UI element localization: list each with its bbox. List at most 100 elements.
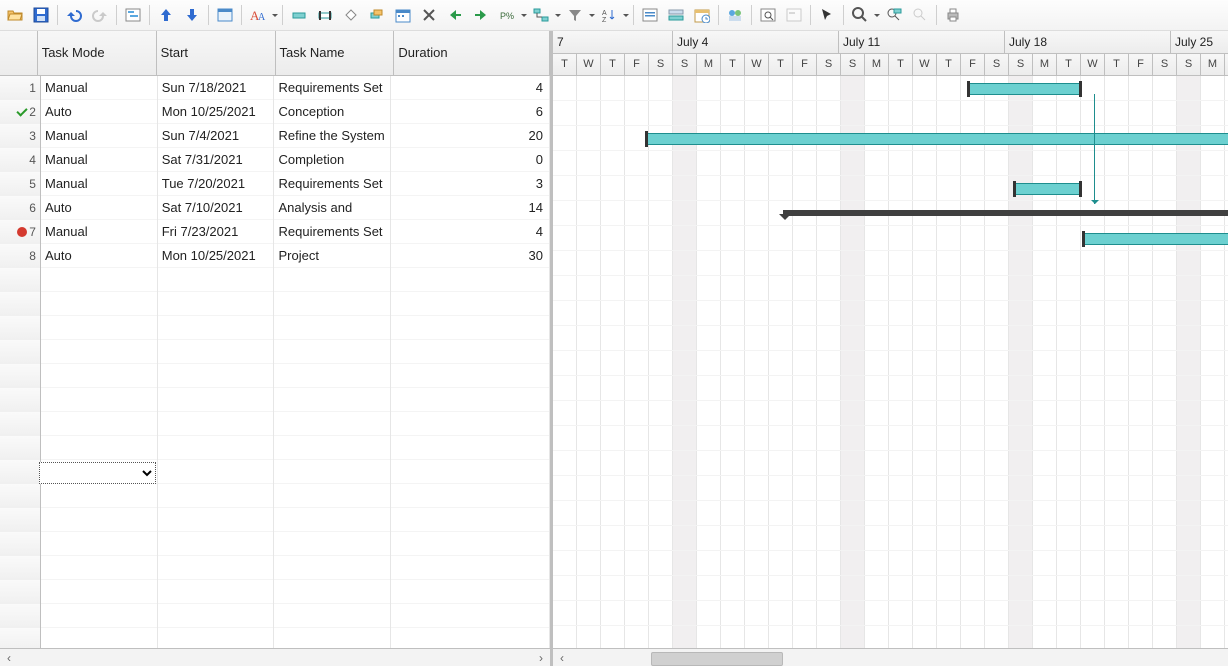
gantt-row[interactable] (553, 326, 1228, 351)
cell-task_name[interactable] (274, 340, 391, 364)
day-header[interactable]: M (1201, 54, 1225, 76)
sort-icon[interactable]: AZ (596, 2, 622, 28)
row-indicator[interactable] (0, 364, 41, 388)
zoom-reset-icon[interactable] (907, 2, 933, 28)
gantt-row[interactable] (553, 201, 1228, 226)
cell-task_mode[interactable] (41, 556, 158, 580)
cell-task_name[interactable] (274, 268, 391, 292)
cell-task_mode[interactable]: Manual (41, 220, 158, 244)
row-indicator[interactable] (0, 340, 41, 364)
table-row[interactable]: 3ManualSun 7/4/2021Refine the System20 (0, 124, 550, 148)
day-header[interactable]: M (1033, 54, 1057, 76)
cell-task_mode[interactable] (41, 436, 158, 460)
cell-duration[interactable]: 4 (391, 220, 550, 244)
link-icon-dropdown[interactable] (554, 3, 562, 27)
undo-icon[interactable] (61, 2, 87, 28)
cell-start[interactable] (158, 604, 275, 628)
cell-duration[interactable] (391, 436, 550, 460)
cell-start[interactable]: Sun 7/4/2021 (158, 124, 275, 148)
row-indicator[interactable] (0, 508, 41, 532)
day-header[interactable]: T (937, 54, 961, 76)
gantt-row[interactable] (553, 526, 1228, 551)
day-header[interactable]: T (1057, 54, 1081, 76)
project-cal-icon[interactable] (689, 2, 715, 28)
column-header-duration[interactable]: Duration (394, 31, 550, 75)
cell-duration[interactable] (391, 388, 550, 412)
day-header[interactable]: S (1153, 54, 1177, 76)
task-bar[interactable] (1082, 233, 1228, 245)
cell-task_name[interactable] (274, 508, 391, 532)
cell-duration[interactable]: 20 (391, 124, 550, 148)
cell-start[interactable] (158, 268, 275, 292)
gantt-row[interactable] (553, 76, 1228, 101)
task-bar-cap[interactable] (1079, 181, 1082, 197)
auto-icon[interactable] (286, 2, 312, 28)
cell-task_mode[interactable]: Manual (41, 76, 158, 100)
cell-duration[interactable] (391, 292, 550, 316)
cell-duration[interactable] (391, 580, 550, 604)
day-header[interactable]: S (673, 54, 697, 76)
row-indicator[interactable] (0, 604, 41, 628)
zoom-fit-icon[interactable] (755, 2, 781, 28)
gantt-body[interactable] (553, 76, 1228, 648)
row-indicator[interactable] (0, 436, 41, 460)
task-bar-cap[interactable] (645, 131, 648, 147)
day-header[interactable]: S (985, 54, 1009, 76)
cell-duration[interactable] (391, 268, 550, 292)
scroll-thumb[interactable] (651, 652, 783, 666)
cell-task_mode[interactable] (41, 340, 158, 364)
cell-task_mode[interactable] (41, 580, 158, 604)
row-indicator[interactable]: 5 (0, 172, 41, 196)
gantt-view-icon[interactable] (120, 2, 146, 28)
move-up-icon[interactable] (153, 2, 179, 28)
cell-task_name[interactable] (274, 316, 391, 340)
cell-task_name[interactable]: Requirements Set (274, 172, 391, 196)
zoom-icon[interactable] (847, 2, 873, 28)
gantt-row[interactable] (553, 401, 1228, 426)
day-header[interactable]: W (1081, 54, 1105, 76)
cell-start[interactable] (158, 436, 275, 460)
calendar-icon[interactable] (390, 2, 416, 28)
progress-icon[interactable]: P% (494, 2, 520, 28)
row-indicator[interactable]: 4 (0, 148, 41, 172)
cell-duration[interactable] (391, 508, 550, 532)
task-bar-cap[interactable] (1013, 181, 1016, 197)
gantt-row[interactable] (553, 451, 1228, 476)
day-header[interactable]: F (961, 54, 985, 76)
day-header[interactable]: S (817, 54, 841, 76)
cell-start[interactable] (158, 532, 275, 556)
table-row[interactable] (0, 316, 550, 340)
cell-task_mode[interactable] (41, 388, 158, 412)
cell-start[interactable] (158, 340, 275, 364)
cell-task_mode[interactable] (41, 268, 158, 292)
task-bar-cap[interactable] (1082, 231, 1085, 247)
day-header[interactable]: W (577, 54, 601, 76)
recurring-icon[interactable] (364, 2, 390, 28)
row-indicator[interactable] (0, 532, 41, 556)
day-header[interactable]: F (793, 54, 817, 76)
resources-icon[interactable] (722, 2, 748, 28)
task-bar-cap[interactable] (967, 81, 970, 97)
cell-task_name[interactable] (274, 628, 391, 648)
row-indicator[interactable]: 1 (0, 76, 41, 100)
week-header[interactable]: July 4 (673, 31, 839, 53)
cell-task_name[interactable] (274, 580, 391, 604)
baseline-icon[interactable] (663, 2, 689, 28)
day-header[interactable]: T (721, 54, 745, 76)
gantt-row[interactable] (553, 126, 1228, 151)
row-indicator[interactable] (0, 580, 41, 604)
day-header[interactable]: F (1129, 54, 1153, 76)
redo-icon[interactable] (87, 2, 113, 28)
gantt-row[interactable] (553, 276, 1228, 301)
table-row[interactable]: 7ManualFri 7/23/2021Requirements Set4 (0, 220, 550, 244)
cell-duration[interactable] (391, 340, 550, 364)
cell-duration[interactable]: 30 (391, 244, 550, 268)
delete-icon[interactable] (416, 2, 442, 28)
row-indicator[interactable] (0, 556, 41, 580)
week-header[interactable]: 7 (553, 31, 673, 53)
cell-duration[interactable] (391, 628, 550, 648)
table-row[interactable] (0, 484, 550, 508)
cell-start[interactable] (158, 412, 275, 436)
cell-start[interactable]: Sun 7/18/2021 (158, 76, 275, 100)
day-header[interactable]: F (625, 54, 649, 76)
